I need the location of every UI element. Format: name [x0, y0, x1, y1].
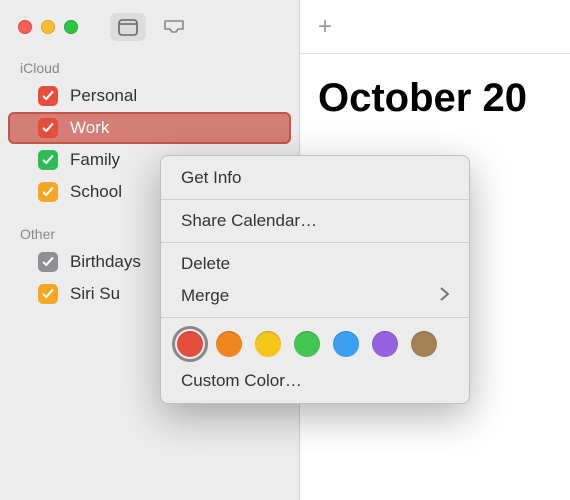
color-swatch-blue[interactable]	[333, 331, 359, 357]
menu-label: Get Info	[181, 168, 241, 188]
checkbox-icon[interactable]	[38, 118, 58, 138]
color-swatch-green[interactable]	[294, 331, 320, 357]
menu-merge[interactable]: Merge	[161, 280, 469, 312]
traffic-lights	[18, 20, 78, 34]
calendar-label: Family	[70, 150, 120, 170]
chevron-right-icon	[440, 286, 449, 306]
add-event-button[interactable]: +	[318, 13, 332, 41]
calendar-icon	[118, 18, 138, 36]
page-title: October 20	[300, 54, 570, 121]
color-swatch-red[interactable]	[177, 331, 203, 357]
menu-label: Delete	[181, 254, 230, 274]
color-swatch-yellow[interactable]	[255, 331, 281, 357]
checkbox-icon[interactable]	[38, 182, 58, 202]
menu-separator	[161, 242, 469, 243]
checkbox-icon[interactable]	[38, 150, 58, 170]
menu-label: Custom Color…	[181, 371, 302, 391]
calendar-label: Work	[70, 118, 109, 138]
menu-label: Merge	[181, 286, 229, 306]
menu-separator	[161, 317, 469, 318]
minimize-icon[interactable]	[41, 20, 55, 34]
calendar-label: Personal	[70, 86, 137, 106]
checkbox-icon[interactable]	[38, 284, 58, 304]
color-swatch-orange[interactable]	[216, 331, 242, 357]
titlebar	[0, 0, 299, 54]
calendar-label: Birthdays	[70, 252, 141, 272]
color-swatch-purple[interactable]	[372, 331, 398, 357]
close-icon[interactable]	[18, 20, 32, 34]
inbox-button[interactable]	[156, 13, 192, 41]
checkbox-icon[interactable]	[38, 252, 58, 272]
section-header: iCloud	[0, 54, 299, 80]
calendar-item[interactable]: Personal	[8, 80, 291, 112]
menu-get-info[interactable]: Get Info	[161, 162, 469, 194]
color-swatch-brown[interactable]	[411, 331, 437, 357]
menu-custom-color[interactable]: Custom Color…	[161, 365, 469, 397]
calendar-label: School	[70, 182, 122, 202]
calendar-view-button[interactable]	[110, 13, 146, 41]
menu-delete[interactable]: Delete	[161, 248, 469, 280]
menu-label: Share Calendar…	[181, 211, 317, 231]
maximize-icon[interactable]	[64, 20, 78, 34]
calendar-item[interactable]: Work	[8, 112, 291, 144]
checkbox-icon[interactable]	[38, 86, 58, 106]
calendar-label: Siri Su	[70, 284, 120, 304]
main-toolbar: +	[300, 0, 570, 54]
menu-share-calendar[interactable]: Share Calendar…	[161, 205, 469, 237]
color-swatch-row	[161, 323, 469, 365]
menu-separator	[161, 199, 469, 200]
context-menu: Get Info Share Calendar… Delete Merge Cu…	[160, 155, 470, 404]
inbox-icon	[163, 19, 185, 35]
